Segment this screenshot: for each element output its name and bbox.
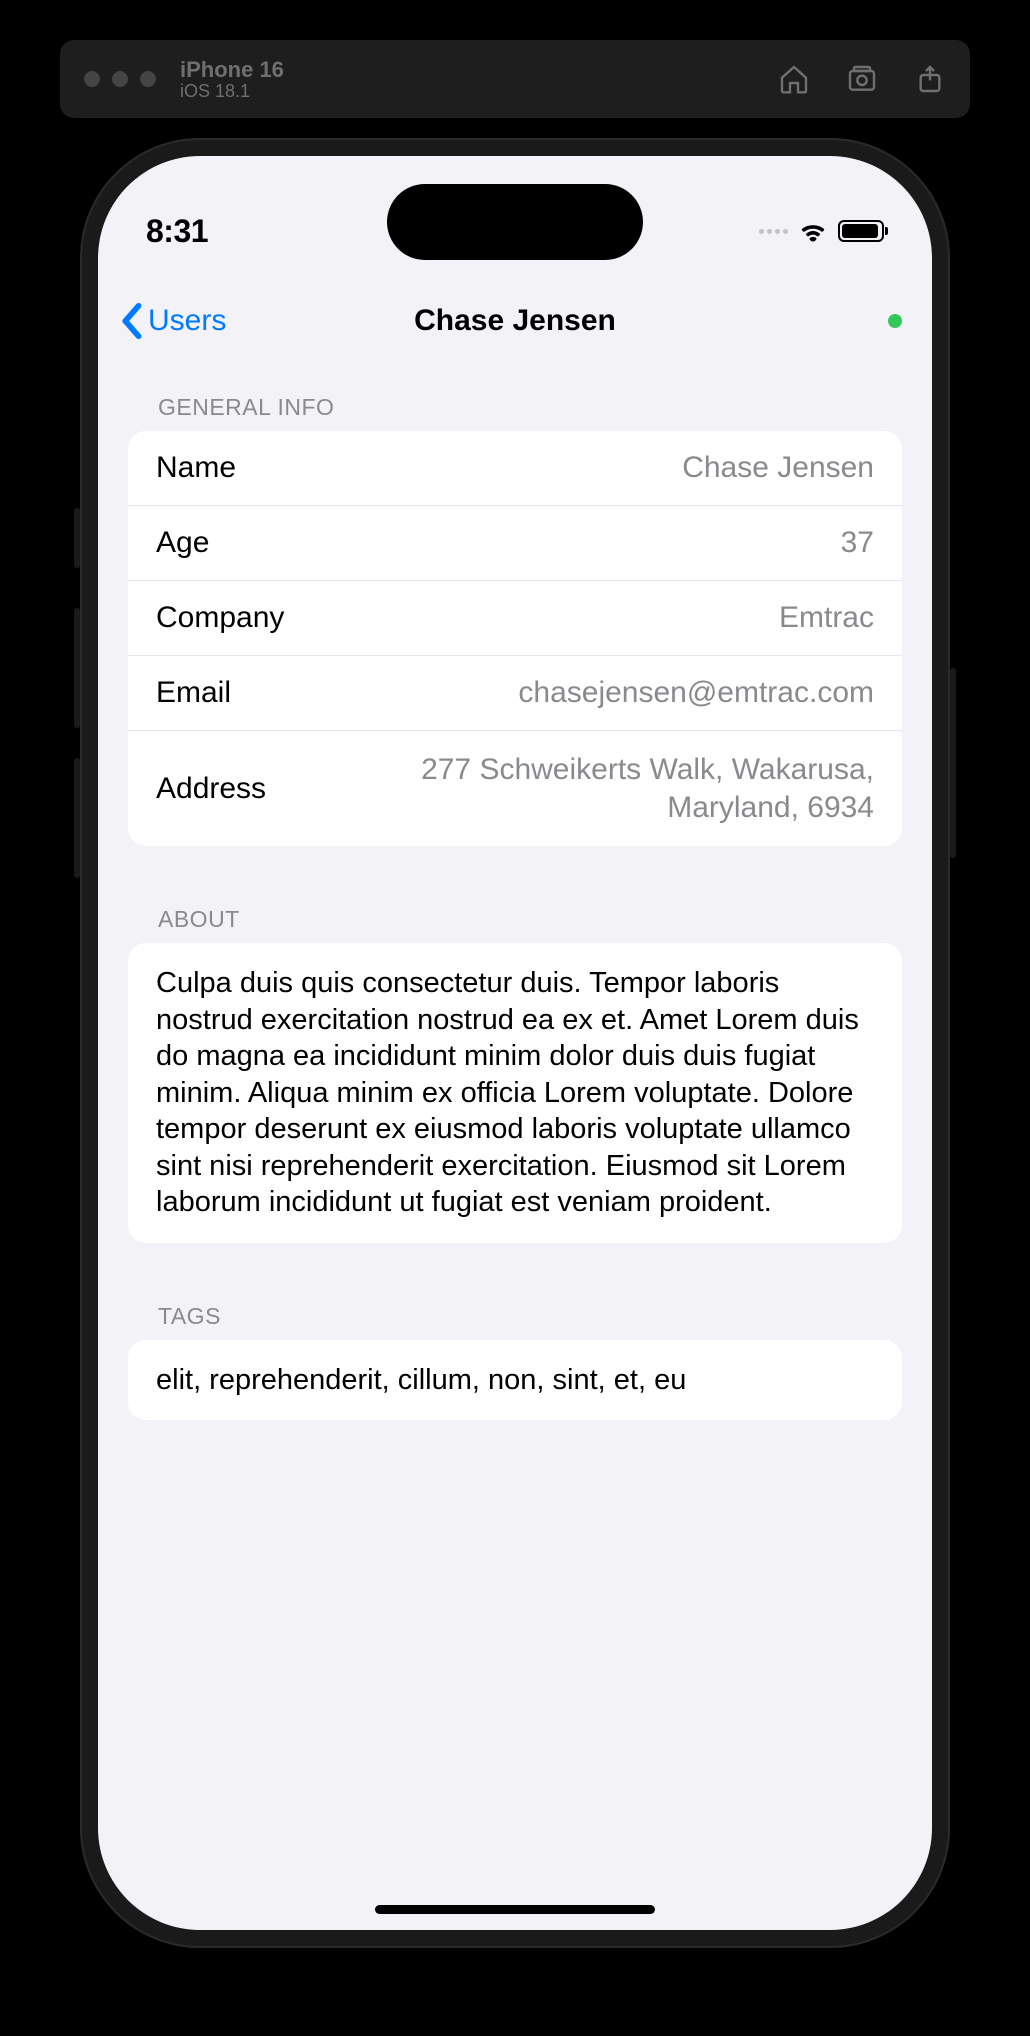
section-header-general: General Info — [128, 394, 902, 431]
tags-card: elit, reprehenderit, cillum, non, sint, … — [128, 1340, 902, 1421]
status-time: 8:31 — [146, 213, 208, 250]
mute-switch — [74, 508, 80, 568]
row-address[interactable]: Address 277 Schweikerts Walk, Wakarusa, … — [128, 731, 902, 846]
volume-up-button — [74, 608, 80, 728]
back-label: Users — [148, 304, 226, 338]
phone-frame: 8:31 Users Chase Jensen General Info — [80, 138, 950, 1948]
battery-icon — [838, 220, 884, 242]
cellular-icon — [759, 229, 788, 234]
general-info-card: Name Chase Jensen Age 37 Company Emtrac … — [128, 431, 902, 846]
value-company: Emtrac — [759, 601, 874, 635]
wifi-icon — [798, 219, 828, 243]
value-age: 37 — [821, 526, 874, 560]
value-name: Chase Jensen — [662, 451, 874, 485]
share-icon[interactable] — [914, 63, 946, 95]
about-text: Culpa duis quis consectetur duis. Tempor… — [156, 967, 859, 1218]
back-button[interactable]: Users — [118, 302, 226, 340]
minimize-window-button[interactable] — [112, 71, 128, 87]
label-email: Email — [156, 676, 231, 710]
volume-down-button — [74, 758, 80, 878]
page-title: Chase Jensen — [414, 304, 616, 338]
device-name: iPhone 16 — [180, 57, 284, 83]
window-controls[interactable] — [84, 71, 156, 87]
label-company: Company — [156, 601, 284, 635]
status-badge — [888, 314, 902, 328]
simulator-title: iPhone 16 iOS 18.1 — [180, 57, 284, 102]
section-header-tags: Tags — [128, 1303, 902, 1340]
value-address: 277 Schweikerts Walk, Wakarusa, Maryland… — [266, 751, 874, 826]
side-button — [950, 668, 956, 858]
chevron-left-icon — [118, 302, 144, 340]
row-name[interactable]: Name Chase Jensen — [128, 431, 902, 506]
section-header-about: About — [128, 906, 902, 943]
row-age[interactable]: Age 37 — [128, 506, 902, 581]
value-email: chasejensen@emtrac.com — [498, 676, 874, 710]
tags-text: elit, reprehenderit, cillum, non, sint, … — [156, 1364, 686, 1396]
label-age: Age — [156, 526, 209, 560]
dynamic-island — [387, 184, 643, 260]
home-indicator[interactable] — [375, 1905, 655, 1914]
about-card: Culpa duis quis consectetur duis. Tempor… — [128, 943, 902, 1243]
content-scroll[interactable]: General Info Name Chase Jensen Age 37 Co… — [98, 386, 932, 1930]
os-version: iOS 18.1 — [180, 81, 284, 102]
label-address: Address — [156, 772, 266, 806]
maximize-window-button[interactable] — [140, 71, 156, 87]
phone-screen: 8:31 Users Chase Jensen General Info — [98, 156, 932, 1930]
status-indicators — [759, 219, 884, 243]
home-icon[interactable] — [778, 63, 810, 95]
label-name: Name — [156, 451, 236, 485]
simulator-toolbar: iPhone 16 iOS 18.1 — [60, 40, 970, 118]
row-company[interactable]: Company Emtrac — [128, 581, 902, 656]
close-window-button[interactable] — [84, 71, 100, 87]
row-email[interactable]: Email chasejensen@emtrac.com — [128, 656, 902, 731]
navigation-bar: Users Chase Jensen — [98, 286, 932, 356]
screenshot-icon[interactable] — [846, 63, 878, 95]
simulator-actions — [778, 63, 946, 95]
